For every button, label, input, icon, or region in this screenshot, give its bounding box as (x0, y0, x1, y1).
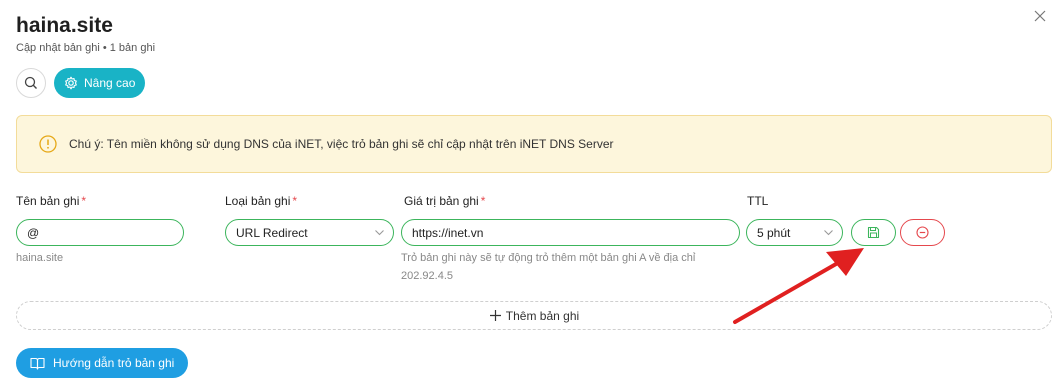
save-icon (867, 226, 880, 239)
close-icon (1034, 10, 1046, 22)
required-mark: * (480, 194, 486, 208)
chevron-down-icon (375, 230, 384, 236)
advanced-button-label: Nâng cao (84, 76, 136, 90)
ttl-value: 5 phút (757, 225, 791, 240)
required-mark: * (81, 194, 87, 208)
book-icon (30, 357, 45, 370)
gear-icon (65, 76, 77, 90)
close-button[interactable] (1028, 4, 1052, 28)
record-type-value: URL Redirect (236, 225, 308, 240)
add-record-label: Thêm bản ghi (505, 308, 580, 323)
page-title: haina.site (16, 14, 113, 37)
required-mark: * (292, 194, 298, 208)
chevron-down-icon (824, 230, 833, 236)
record-type-label: Loại bản ghi * (225, 194, 298, 208)
guide-button[interactable]: Hướng dẫn trỏ bản ghi (16, 348, 189, 378)
add-record-button[interactable]: Thêm bản ghi (16, 301, 1052, 330)
record-value-hint: Trỏ bản ghi này sẽ tự động trỏ thêm một … (401, 249, 695, 285)
record-name-hint: haina.site (16, 252, 64, 264)
guide-label: Hướng dẫn trỏ bản ghi (53, 356, 175, 370)
record-name-value: @ (27, 225, 40, 240)
advanced-button[interactable]: Nâng cao (54, 68, 146, 98)
remove-record-button[interactable] (900, 219, 945, 246)
record-value-input[interactable]: https://inet.vn (401, 219, 740, 246)
search-button[interactable] (16, 68, 46, 98)
ttl-label: TTL (747, 194, 769, 208)
record-value-hint-line1: Trỏ bản ghi này sẽ tự động trỏ thêm một … (401, 252, 696, 264)
record-name-input[interactable]: @ (16, 219, 184, 246)
ttl-select[interactable]: 5 phút (746, 219, 843, 246)
minus-circle-icon (916, 226, 929, 239)
search-icon (24, 76, 37, 89)
record-value-hint-line2: 202.92.4.5 (401, 270, 453, 282)
alert-text: Chú ý: Tên miền không sử dụng DNS của iN… (69, 137, 614, 151)
record-value-label: Giá trị bản ghi * (404, 194, 486, 208)
record-name-label: Tên bản ghi * (16, 194, 87, 208)
save-button[interactable] (851, 219, 896, 246)
page-subtitle: Cập nhật bản ghi • 1 bản ghi (16, 42, 156, 54)
plus-icon (489, 310, 501, 321)
warning-alert: Chú ý: Tên miền không sử dụng DNS của iN… (16, 115, 1052, 173)
record-type-select[interactable]: URL Redirect (225, 219, 394, 246)
warning-circle-icon (39, 135, 57, 153)
record-value-value: https://inet.vn (412, 225, 484, 240)
